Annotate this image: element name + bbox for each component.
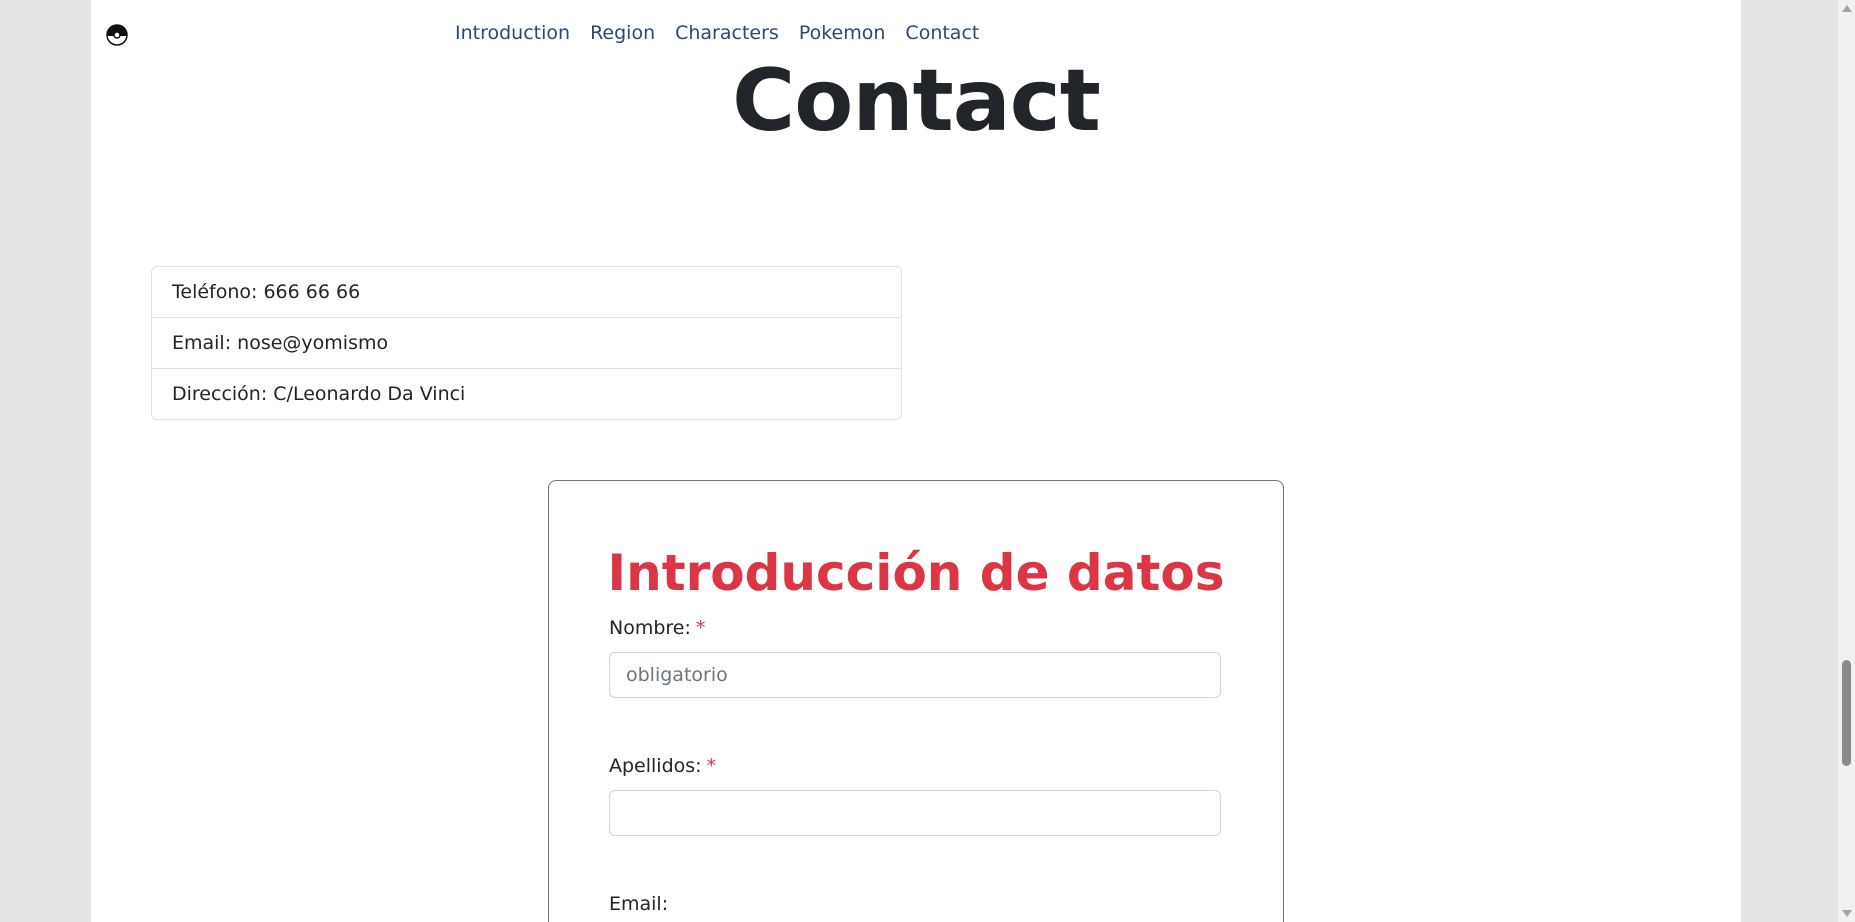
apellidos-label: Apellidos: * <box>609 753 716 779</box>
nav-link-region[interactable]: Region <box>590 19 655 47</box>
nombre-label: Nombre: * <box>609 615 705 641</box>
apellidos-required-mark: * <box>706 755 717 777</box>
nav-link-introduction[interactable]: Introduction <box>455 19 570 47</box>
contact-phone: Teléfono: 666 66 66 <box>152 267 901 318</box>
email-label: Email: <box>609 891 668 917</box>
apellidos-input[interactable] <box>609 790 1221 836</box>
nombre-label-text: Nombre: <box>609 617 691 639</box>
top-nav: Introduction Region Characters Pokemon C… <box>455 19 979 47</box>
data-entry-form: Introducción de datos Nombre:* Apellidos… <box>548 480 1284 922</box>
nav-link-characters[interactable]: Characters <box>675 19 779 47</box>
nav-link-contact[interactable]: Contact <box>905 19 979 47</box>
page-title: Contact <box>732 51 1101 151</box>
email-label-text: Email: <box>609 893 669 915</box>
scroll-down-arrow-icon[interactable] <box>1842 910 1852 917</box>
contact-address: Dirección: C/Leonardo Da Vinci <box>172 383 466 405</box>
scrollbar-thumb[interactable] <box>1842 660 1851 766</box>
contact-email: Email: nose@yomismo <box>152 318 901 369</box>
page-scrollbar[interactable] <box>1838 0 1855 922</box>
nombre-required-mark: * <box>695 617 706 639</box>
form-title: Introducción de datos <box>607 544 1225 602</box>
nombre-input[interactable] <box>609 652 1221 698</box>
nav-link-pokemon[interactable]: Pokemon <box>799 19 886 47</box>
page-container: Introduction Region Characters Pokemon C… <box>91 0 1741 922</box>
pokeball-icon[interactable] <box>106 24 128 46</box>
scroll-up-arrow-icon[interactable] <box>1842 5 1852 12</box>
contact-info-list: Teléfono: 666 66 66 Email: nose@yomismo … <box>151 266 902 420</box>
apellidos-label-text: Apellidos: <box>609 755 702 777</box>
